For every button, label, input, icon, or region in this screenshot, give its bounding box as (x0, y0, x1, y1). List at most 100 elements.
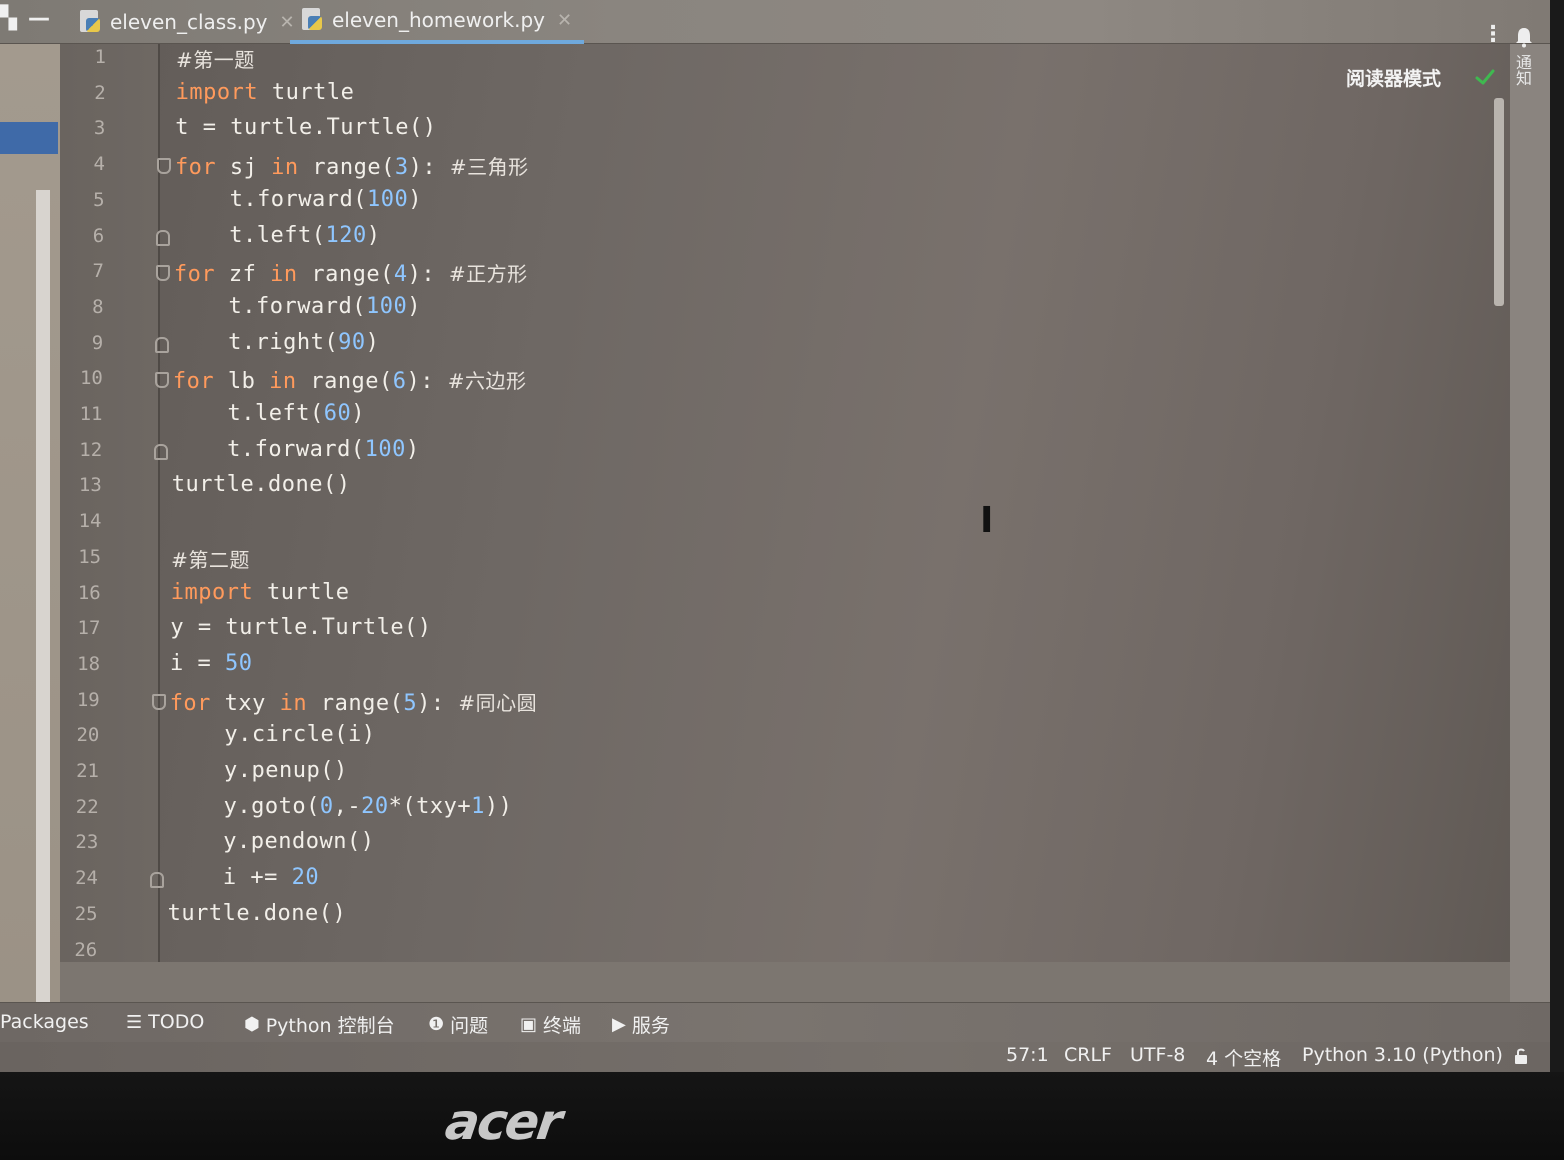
line-number: 1 (94, 46, 106, 68)
right-tool-strip (1510, 44, 1550, 1002)
code-token: t.left( (172, 401, 324, 426)
number-token: 50 (225, 650, 253, 676)
code-line[interactable]: y.goto(0,-20*(txy+1)) (169, 794, 513, 819)
code-line[interactable]: i += 20 (168, 865, 319, 890)
code-token: t.right( (173, 329, 339, 355)
status-bar: 57:1 CRLF UTF-8 4 个空格 Python 3.10 (Pytho… (0, 1042, 1550, 1072)
code-token: sj (216, 155, 272, 181)
tool-label: 问题 (450, 1015, 489, 1037)
code-editor[interactable]: #第一题 import turtle t = turtle.Turtle() for … (160, 44, 1498, 962)
line-number-gutter: 1 2 3 4 5 6 7 8 9 10 11 12 13 14 15 16 17 18 19 20 21 22 23 24 2… (60, 44, 171, 962)
number-token: 90 (338, 329, 366, 355)
project-panel-strip (0, 44, 60, 1002)
line-number: 14 (78, 510, 102, 533)
code-line[interactable]: t.left(60) (173, 401, 365, 426)
code-token: txy (210, 690, 280, 716)
tool-problems[interactable]: ❶ 问题 (428, 1011, 488, 1038)
notifications-label[interactable]: 通知 (1512, 54, 1534, 86)
line-number: 7 (92, 260, 104, 283)
line-separator[interactable]: CRLF (1064, 1044, 1112, 1066)
code-line[interactable]: t.left(120) (174, 223, 380, 248)
horizontal-scroll-area (60, 962, 1510, 1002)
indent-setting[interactable]: 4 个空格 (1206, 1044, 1281, 1071)
project-scrollbar[interactable] (36, 190, 50, 1002)
line-number: 19 (76, 688, 100, 711)
line-number: 26 (74, 938, 98, 961)
code-token: *(txy+ (388, 793, 472, 819)
check-icon[interactable] (1474, 66, 1496, 88)
code-token: ) (408, 186, 423, 212)
code-token: )) (484, 793, 513, 819)
number-token: 3 (394, 155, 409, 181)
comment-token: #第二题 (171, 547, 250, 572)
code-line[interactable]: y.circle(i) (169, 722, 375, 747)
code-line[interactable]: y.penup() (169, 758, 348, 783)
code-token: ,- (333, 793, 362, 819)
code-token: turtle (253, 579, 350, 605)
reader-mode-toggle[interactable]: 阅读器模式 (1346, 64, 1441, 91)
line-number: 11 (79, 403, 103, 425)
code-line[interactable]: t.forward(100) (172, 437, 419, 462)
monitor-bezel (0, 1072, 1564, 1160)
editor-tab-bar: ▚ — eleven_class.py ✕ eleven_homework.py… (0, 0, 1550, 44)
code-line[interactable]: for txy in range(5): #同心圆 (170, 687, 537, 716)
code-token: range( (296, 369, 393, 395)
caret-position[interactable]: 57:1 (1006, 1044, 1049, 1066)
code-line[interactable]: t.forward(100) (175, 187, 422, 212)
number-token: 100 (365, 293, 408, 319)
code-line[interactable]: turtle.done() (172, 472, 351, 497)
code-line[interactable]: #第一题 (176, 44, 255, 73)
code-line[interactable]: i = 50 (170, 651, 252, 676)
file-encoding[interactable]: UTF-8 (1130, 1044, 1185, 1066)
code-line[interactable]: import turtle (176, 80, 355, 105)
lock-icon[interactable] (1512, 1046, 1532, 1066)
line-number: 18 (77, 652, 101, 675)
code-line[interactable]: y = turtle.Turtle() (170, 615, 431, 640)
close-icon[interactable]: ✕ (557, 10, 572, 31)
code-token: y.penup() (169, 758, 348, 783)
code-token: ): (417, 690, 459, 716)
line-number: 22 (75, 795, 99, 818)
more-options-icon[interactable]: ⋮ (1482, 22, 1504, 47)
editor-scrollbar-thumb[interactable] (1494, 98, 1504, 306)
bell-icon[interactable] (1514, 26, 1534, 48)
code-token: range( (307, 690, 404, 716)
code-line[interactable]: import turtle (171, 580, 350, 605)
tab-eleven-class[interactable]: eleven_class.py ✕ (68, 0, 307, 44)
tool-terminal[interactable]: ▣ 终端 (520, 1011, 581, 1038)
selected-project-item[interactable] (0, 122, 58, 154)
keyword-token: for (174, 155, 217, 181)
tool-label: Packages (0, 1011, 89, 1033)
code-line[interactable]: t = turtle.Turtle() (175, 115, 436, 140)
code-token: turtle.done() (167, 900, 347, 926)
code-line[interactable]: t.forward(100) (174, 294, 421, 319)
number-token: 20 (291, 865, 320, 891)
code-line[interactable]: #第二题 (171, 544, 250, 573)
tab-eleven-homework[interactable]: eleven_homework.py ✕ (290, 0, 585, 44)
code-token: y.circle(i) (169, 722, 376, 748)
tool-python-console[interactable]: ⬢ Python 控制台 (244, 1011, 395, 1038)
tool-todo[interactable]: ☰ TODO (126, 1011, 204, 1033)
code-line[interactable]: y.pendown() (168, 829, 374, 854)
code-line[interactable]: turtle.done() (168, 901, 347, 926)
code-line[interactable]: for zf in range(4): #正方形 (174, 258, 528, 287)
code-line[interactable]: for sj in range(3): #三角形 (175, 151, 529, 180)
code-token: ) (365, 329, 380, 355)
keyword-token: import (175, 79, 259, 105)
code-token: i = (170, 650, 226, 676)
tool-services[interactable]: ▶ 服务 (612, 1011, 670, 1038)
code-line[interactable]: for lb in range(6): #六边形 (173, 365, 527, 394)
line-number: 3 (93, 117, 106, 140)
keyword-token: in (279, 690, 308, 716)
python-interpreter[interactable]: Python 3.10 (Python) (1302, 1044, 1503, 1066)
keyword-token: for (172, 369, 215, 395)
line-number: 23 (75, 831, 99, 854)
code-line[interactable]: t.right(90) (173, 330, 379, 355)
monitor-brand-logo: acer (441, 1093, 565, 1151)
restore-icon[interactable]: ▚ (0, 6, 17, 31)
line-number: 20 (76, 724, 100, 747)
code-token: t = turtle.Turtle() (175, 115, 437, 141)
tool-label: Python 控制台 (265, 1015, 395, 1037)
minimize-icon[interactable]: — (28, 6, 50, 31)
tool-packages[interactable]: Packages (0, 1011, 89, 1033)
